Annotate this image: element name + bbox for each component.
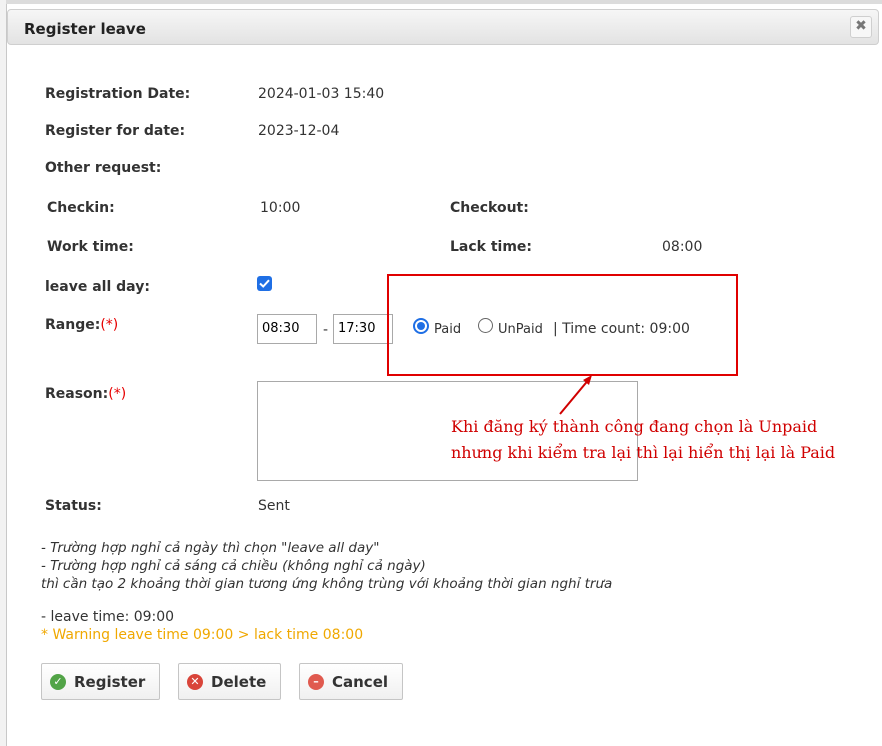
reason-label-text: Reason: <box>45 386 109 402</box>
cancel-button[interactable]: – Cancel <box>299 663 403 700</box>
work-time-label: Work time: <box>47 239 134 255</box>
note-line-1: - Trường hợp nghỉ cả ngày thì chọn "leav… <box>41 540 380 556</box>
annotation-arrow-icon <box>559 375 592 415</box>
checkin-value: 10:00 <box>260 200 301 216</box>
delete-button-label: Delete <box>211 673 267 691</box>
note-line-2: - Trường hợp nghỉ cả sáng cả chiều (khôn… <box>41 558 426 574</box>
dialog-titlebar: Register leave ✖ <box>7 9 879 45</box>
register-for-date-label: Register for date: <box>45 123 186 139</box>
reason-label: Reason:(*) <box>45 386 126 402</box>
check-circle-icon: ✓ <box>50 674 66 690</box>
lack-time-label: Lack time: <box>450 239 533 255</box>
lack-time-value: 08:00 <box>662 239 703 255</box>
annotation-text: Khi đăng ký thành công đang chọn là Unpa… <box>451 414 871 466</box>
annotation-highlight-box <box>387 274 738 376</box>
other-request-label: Other request: <box>45 160 162 176</box>
registration-date-label: Registration Date: <box>45 86 191 102</box>
note-line-3: thì cần tạo 2 khoảng thời gian tương ứng… <box>41 576 613 592</box>
status-label: Status: <box>45 498 102 514</box>
cancel-button-label: Cancel <box>332 673 389 691</box>
registration-date-value: 2024-01-03 15:40 <box>258 86 385 102</box>
close-icon: ✖ <box>855 18 867 34</box>
minus-circle-icon: – <box>308 674 324 690</box>
annotation-line-2: nhưng khi kiểm tra lại thì lại hiển thị … <box>451 443 836 462</box>
instruction-notes: - Trường hợp nghỉ cả ngày thì chọn "leav… <box>41 539 612 593</box>
leave-time-text: - leave time: 09:00 <box>41 609 175 625</box>
status-value: Sent <box>258 498 290 514</box>
register-leave-dialog: Register leave ✖ Registration Date: 2024… <box>6 4 882 746</box>
register-for-date-value: 2023-12-04 <box>258 123 340 139</box>
register-button-label: Register <box>74 673 146 691</box>
required-mark: (*) <box>100 317 119 333</box>
warning-text: * Warning leave time 09:00 > lack time 0… <box>41 627 364 643</box>
x-circle-icon: ✕ <box>187 674 203 690</box>
required-mark: (*) <box>108 386 127 402</box>
range-label-text: Range: <box>45 317 101 333</box>
register-button[interactable]: ✓ Register <box>41 663 160 700</box>
checkmark-icon <box>259 279 270 288</box>
range-label: Range:(*) <box>45 317 118 333</box>
checkin-label: Checkin: <box>47 200 115 216</box>
dialog-title: Register leave <box>24 20 146 38</box>
leave-all-day-checkbox[interactable] <box>257 276 272 291</box>
annotation-line-1: Khi đăng ký thành công đang chọn là Unpa… <box>451 417 818 436</box>
checkout-label: Checkout: <box>450 200 529 216</box>
range-to-input[interactable]: 17:30 <box>333 314 393 344</box>
range-separator: - <box>323 322 329 338</box>
range-from-input[interactable]: 08:30 <box>257 314 317 344</box>
close-button[interactable]: ✖ <box>850 16 872 38</box>
leave-all-day-label: leave all day: <box>45 279 150 295</box>
delete-button[interactable]: ✕ Delete <box>178 663 281 700</box>
